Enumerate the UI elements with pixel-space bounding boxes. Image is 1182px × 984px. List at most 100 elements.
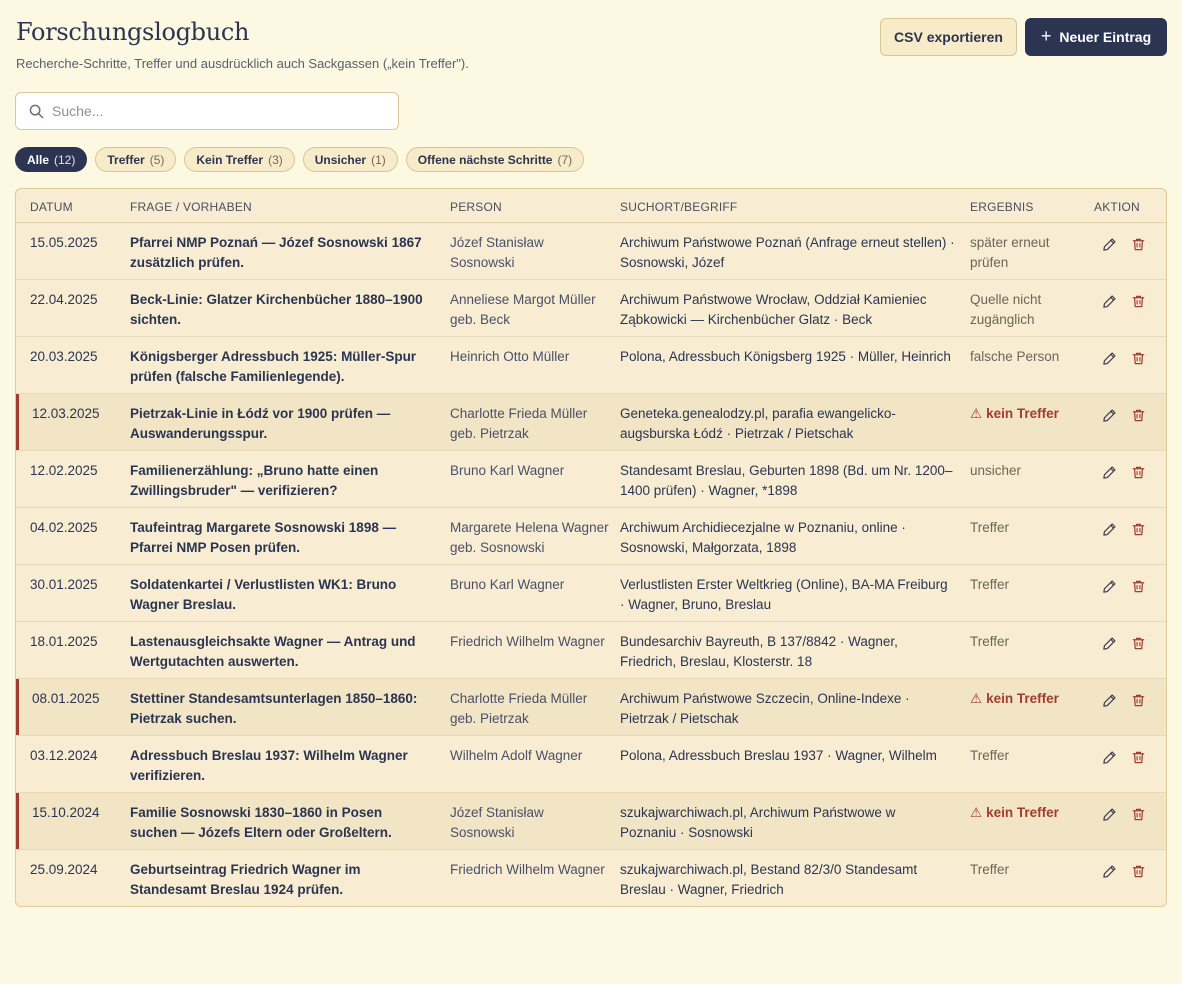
result-cell: Treffer bbox=[970, 748, 1010, 763]
date-cell: 08.01.2025 bbox=[32, 691, 100, 706]
search-location-cell: Polona, Adressbuch Breslau 1937 · Wagner… bbox=[620, 748, 937, 763]
column-header-datum[interactable]: DATUM bbox=[30, 200, 73, 214]
result-cell: ⚠ kein Treffer bbox=[970, 803, 1080, 823]
search-input[interactable] bbox=[52, 93, 392, 129]
filter-chip-treffer[interactable]: Treffer (5) bbox=[95, 147, 177, 172]
new-entry-label: Neuer Eintrag bbox=[1059, 29, 1152, 45]
trash-icon[interactable] bbox=[1131, 864, 1147, 880]
search-box bbox=[15, 92, 399, 130]
row-actions bbox=[1102, 807, 1147, 823]
pencil-icon[interactable] bbox=[1102, 294, 1118, 310]
row-actions bbox=[1102, 750, 1147, 766]
result-cell: später erneut prüfen bbox=[970, 235, 1050, 270]
column-header-ergebnis[interactable]: ERGEBNIS bbox=[970, 200, 1034, 214]
table-row[interactable]: 12.02.2025 Familienerzählung: „Bruno hatt… bbox=[16, 451, 1166, 508]
trash-icon[interactable] bbox=[1131, 465, 1147, 481]
table-row[interactable]: 25.09.2024 Geburtseintrag Friedrich Wagne… bbox=[16, 850, 1166, 906]
person-cell: Bruno Karl Wagner bbox=[450, 463, 565, 478]
trash-icon[interactable] bbox=[1131, 579, 1147, 595]
pencil-icon[interactable] bbox=[1102, 522, 1118, 538]
row-actions bbox=[1102, 465, 1147, 481]
question-cell: Soldatenkartei / Verlustlisten WK1: Brun… bbox=[130, 577, 397, 612]
search-location-cell: Archiwum Archidiecezjalne w Poznaniu, on… bbox=[620, 520, 906, 555]
question-cell: Taufeintrag Margarete Sosnowski 1898 — P… bbox=[130, 520, 397, 555]
table-row[interactable]: 03.12.2024 Adressbuch Breslau 1937: Wilhe… bbox=[16, 736, 1166, 793]
person-cell: Friedrich Wilhelm Wagner bbox=[450, 862, 605, 877]
row-actions bbox=[1102, 351, 1147, 367]
filter-chip-unsicher[interactable]: Unsicher (1) bbox=[302, 147, 398, 172]
pencil-icon[interactable] bbox=[1102, 693, 1118, 709]
pencil-icon[interactable] bbox=[1102, 807, 1118, 823]
column-header-person[interactable]: PERSON bbox=[450, 200, 502, 214]
search-location-cell: Archiwum Państwowe Wrocław, Oddział Kami… bbox=[620, 292, 927, 327]
new-entry-button[interactable]: + Neuer Eintrag bbox=[1025, 18, 1167, 56]
date-cell: 18.01.2025 bbox=[30, 634, 98, 649]
date-cell: 04.02.2025 bbox=[30, 520, 98, 535]
table-row[interactable]: 20.03.2025 Königsberger Adressbuch 1925: … bbox=[16, 337, 1166, 394]
table-row[interactable]: 12.03.2025 Pietrzak-Linie in Łódź vor 190… bbox=[16, 394, 1166, 451]
pencil-icon[interactable] bbox=[1102, 465, 1118, 481]
question-cell: Adressbuch Breslau 1937: Wilhelm Wagner … bbox=[130, 748, 408, 783]
date-cell: 20.03.2025 bbox=[30, 349, 98, 364]
table-row[interactable]: 18.01.2025 Lastenausgleichsakte Wagner — … bbox=[16, 622, 1166, 679]
page-title: Forschungslogbuch bbox=[16, 18, 250, 46]
table-row[interactable]: 15.05.2025 Pfarrei NMP Poznań — Józef Sos… bbox=[16, 223, 1166, 280]
pencil-icon[interactable] bbox=[1102, 237, 1118, 253]
pencil-icon[interactable] bbox=[1102, 750, 1118, 766]
page-subtitle: Recherche-Schritte, Treffer und ausdrück… bbox=[16, 56, 469, 71]
pencil-icon[interactable] bbox=[1102, 864, 1118, 880]
table-row[interactable]: 30.01.2025 Soldatenkartei / Verlustlisten… bbox=[16, 565, 1166, 622]
row-actions bbox=[1102, 408, 1147, 424]
trash-icon[interactable] bbox=[1131, 294, 1147, 310]
trash-icon[interactable] bbox=[1131, 351, 1147, 367]
search-icon bbox=[29, 104, 44, 119]
person-cell: Charlotte Frieda Müller geb. Pietrzak bbox=[450, 691, 588, 726]
question-cell: Familie Sosnowski 1830–1860 in Posen suc… bbox=[130, 805, 392, 840]
row-actions bbox=[1102, 294, 1147, 310]
trash-icon[interactable] bbox=[1131, 408, 1147, 424]
trash-icon[interactable] bbox=[1131, 237, 1147, 253]
result-cell: ⚠ kein Treffer bbox=[970, 404, 1080, 424]
trash-icon[interactable] bbox=[1131, 807, 1147, 823]
csv-export-button[interactable]: CSV exportieren bbox=[880, 18, 1017, 56]
table-row[interactable]: 15.10.2024 Familie Sosnowski 1830–1860 in… bbox=[16, 793, 1166, 850]
filter-chip-count: (1) bbox=[371, 152, 386, 167]
pencil-icon[interactable] bbox=[1102, 636, 1118, 652]
trash-icon[interactable] bbox=[1131, 522, 1147, 538]
column-header-suchort[interactable]: SUCHORT/BEGRIFF bbox=[620, 200, 737, 214]
search-location-cell: Archiwum Państwowe Poznań (Anfrage erneu… bbox=[620, 235, 955, 270]
plus-icon: + bbox=[1040, 25, 1052, 46]
trash-icon[interactable] bbox=[1131, 636, 1147, 652]
warning-icon: ⚠ bbox=[970, 805, 983, 820]
column-header-aktion: AKTION bbox=[1094, 200, 1140, 214]
date-cell: 12.03.2025 bbox=[32, 406, 100, 421]
person-cell: Józef Stanisław Sosnowski bbox=[450, 235, 544, 270]
result-cell: falsche Person bbox=[970, 349, 1060, 364]
question-cell: Lastenausgleichsakte Wagner — Antrag und… bbox=[130, 634, 416, 669]
pencil-icon[interactable] bbox=[1102, 579, 1118, 595]
search-location-cell: szukajwarchiwach.pl, Archiwum Państwowe … bbox=[620, 805, 896, 840]
question-cell: Geburtseintrag Friedrich Wagner im Stand… bbox=[130, 862, 361, 897]
trash-icon[interactable] bbox=[1131, 693, 1147, 709]
filter-chip-alle[interactable]: Alle (12) bbox=[15, 147, 88, 172]
table-body: 15.05.2025 Pfarrei NMP Poznań — Józef Sos… bbox=[16, 223, 1166, 906]
pencil-icon[interactable] bbox=[1102, 408, 1118, 424]
table-row[interactable]: 22.04.2025 Beck-Linie: Glatzer Kirchenbüc… bbox=[16, 280, 1166, 337]
log-table: DATUM FRAGE / VORHABEN PERSON SUCHORT/BE… bbox=[15, 188, 1167, 907]
trash-icon[interactable] bbox=[1131, 750, 1147, 766]
filter-bar: Alle (12) Treffer (5) Kein Treffer (3) Unsiche… bbox=[15, 147, 585, 172]
result-text: kein Treffer bbox=[986, 805, 1059, 820]
filter-chip-label: Alle bbox=[27, 152, 50, 167]
table-header: DATUM FRAGE / VORHABEN PERSON SUCHORT/BE… bbox=[16, 189, 1166, 223]
question-cell: Familienerzählung: „Bruno hatte einen Zw… bbox=[130, 463, 379, 498]
column-header-frage[interactable]: FRAGE / VORHABEN bbox=[130, 200, 252, 214]
person-cell: Józef Stanisław Sosnowski bbox=[450, 805, 544, 840]
filter-chip-kein-treffer[interactable]: Kein Treffer (3) bbox=[184, 147, 295, 172]
pencil-icon[interactable] bbox=[1102, 351, 1118, 367]
date-cell: 12.02.2025 bbox=[30, 463, 98, 478]
search-location-cell: Verlustlisten Erster Weltkrieg (Online),… bbox=[620, 577, 948, 612]
filter-chip-offene-nächste-schritte[interactable]: Offene nächste Schritte (7) bbox=[405, 147, 585, 172]
table-row[interactable]: 04.02.2025 Taufeintrag Margarete Sosnowsk… bbox=[16, 508, 1166, 565]
question-cell: Pfarrei NMP Poznań — Józef Sosnowski 186… bbox=[130, 235, 422, 270]
table-row[interactable]: 08.01.2025 Stettiner Standesamtsunterlage… bbox=[16, 679, 1166, 736]
